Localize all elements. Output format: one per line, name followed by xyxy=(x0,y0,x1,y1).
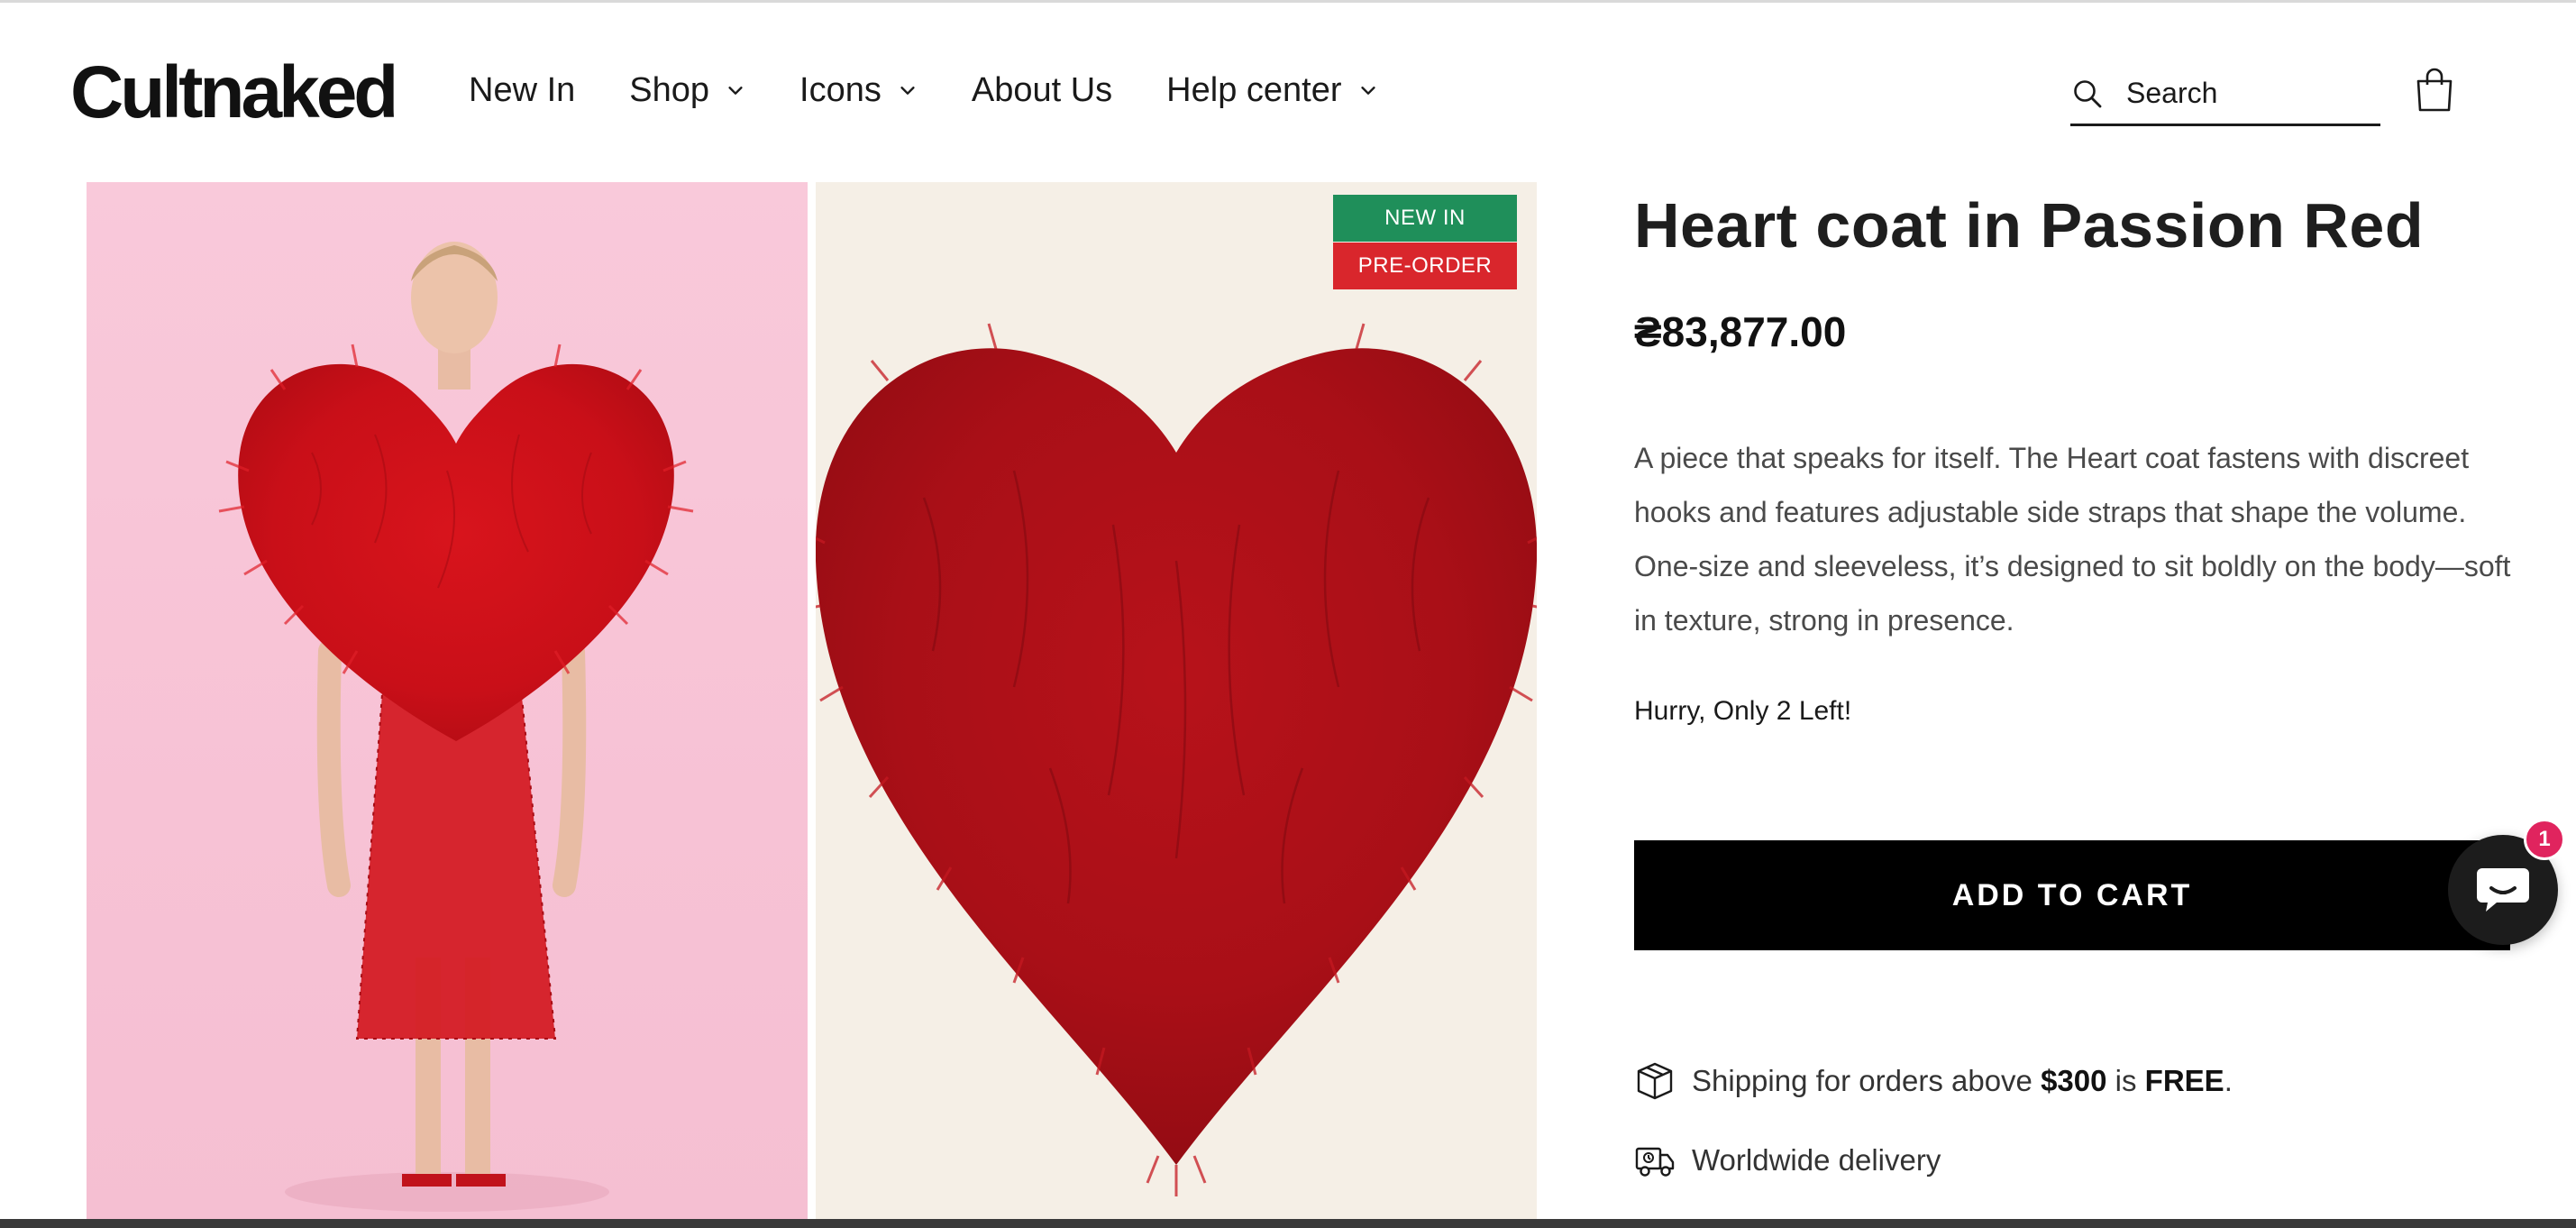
nav-item-new-in[interactable]: New In xyxy=(469,67,575,114)
shipping-text: Shipping for orders above $300 is FREE. xyxy=(1692,1058,2233,1104)
shipping-free: FREE xyxy=(2144,1064,2224,1097)
nav-item-label: Shop xyxy=(629,71,710,109)
search-bar xyxy=(2070,63,2380,126)
shopping-bag-icon[interactable] xyxy=(2414,67,2455,114)
chat-unread-badge: 1 xyxy=(2524,819,2565,860)
shipping-prefix: Shipping for orders above xyxy=(1692,1064,2042,1097)
shipping-threshold: $300 xyxy=(2041,1064,2107,1097)
new-in-badge: NEW IN xyxy=(1333,195,1517,242)
stock-message: Hurry, Only 2 Left! xyxy=(1634,696,1852,726)
heart-coat-photo xyxy=(816,323,1537,1196)
product-title: Heart coat in Passion Red xyxy=(1634,190,2425,261)
nav-item-label: Help center xyxy=(1166,71,1342,109)
window-bottom-edge xyxy=(0,1219,2576,1228)
chevron-down-icon xyxy=(1360,87,1375,95)
product-image-heart-coat[interactable]: NEW IN PRE-ORDER xyxy=(816,182,1537,1228)
nav-item-label: Icons xyxy=(799,71,882,109)
brand-logo[interactable]: Cultnaked xyxy=(70,52,398,133)
product-description: A piece that speaks for itself. The Hear… xyxy=(1634,442,2511,637)
nav-item-icons[interactable]: Icons xyxy=(799,67,918,114)
nav-item-label: About Us xyxy=(971,71,1113,109)
nav-item-help-center[interactable]: Help center xyxy=(1166,67,1377,114)
delivery-text: Worldwide delivery xyxy=(1692,1143,1941,1177)
product-price: ₴83,877.00 xyxy=(1634,308,1847,355)
nav-item-shop[interactable]: Shop xyxy=(629,67,745,114)
delivery-truck-icon xyxy=(1635,1147,1675,1177)
search-icon[interactable] xyxy=(2072,78,2103,109)
shipping-suffix: . xyxy=(2224,1064,2233,1097)
model-photo xyxy=(218,242,694,1212)
nav-item-about-us[interactable]: About Us xyxy=(972,67,1112,114)
main-nav: New In Shop Icons About Us Help center xyxy=(469,67,1378,114)
chevron-down-icon xyxy=(728,87,743,95)
product-page: Cultnaked New In Shop Icons About Us Hel… xyxy=(0,0,2576,1228)
nav-item-label: New In xyxy=(469,71,576,109)
chat-bubble-icon xyxy=(2477,868,2529,912)
top-border xyxy=(0,0,2576,3)
shipping-middle: is xyxy=(2106,1064,2145,1097)
search-input[interactable] xyxy=(2126,77,2361,110)
product-image-model[interactable] xyxy=(87,182,808,1228)
package-icon xyxy=(1637,1062,1673,1100)
shipping-perk: Shipping for orders above $300 is FREE. xyxy=(1634,1058,2233,1104)
pre-order-badge: PRE-ORDER xyxy=(1333,243,1517,289)
chevron-down-icon xyxy=(900,87,915,95)
add-to-cart-button[interactable]: ADD TO CART xyxy=(1634,840,2510,950)
delivery-perk: Worldwide delivery xyxy=(1634,1138,1941,1183)
